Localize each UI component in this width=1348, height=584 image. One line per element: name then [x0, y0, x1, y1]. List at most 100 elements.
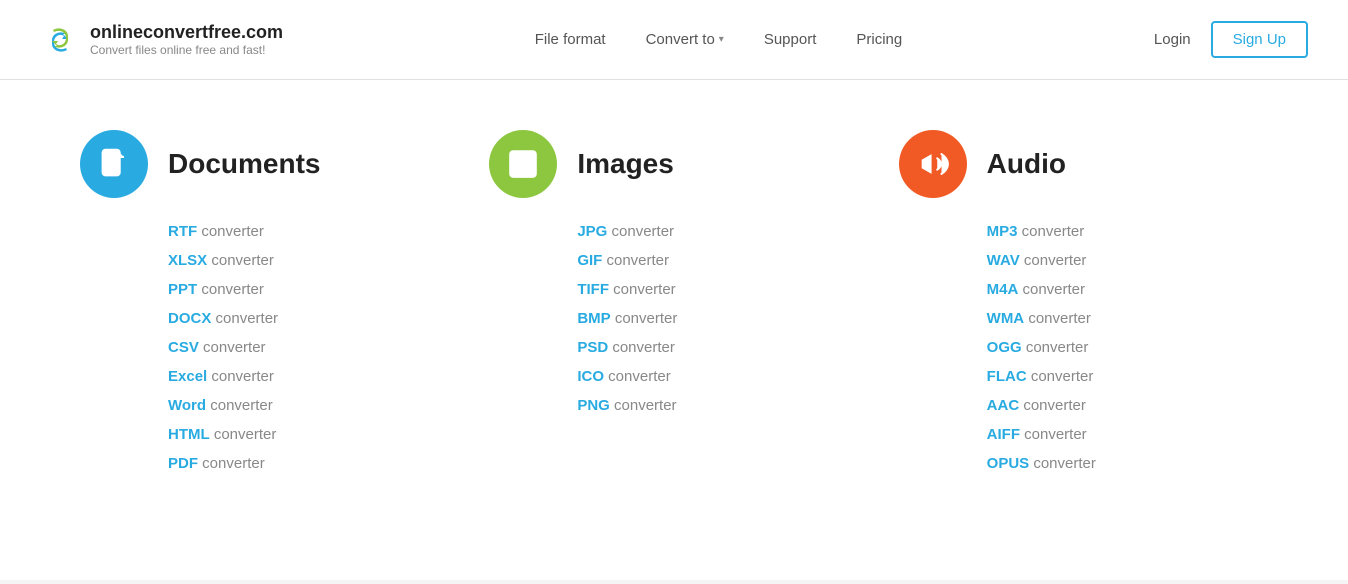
- format-suffix-m4a: converter: [1018, 281, 1085, 298]
- audio-icon: [899, 130, 967, 198]
- category-header-documents: Documents: [80, 130, 449, 198]
- converter-item-docx[interactable]: DOCX converter: [168, 310, 449, 327]
- format-suffix-pdf: converter: [198, 455, 265, 472]
- format-suffix-excel: converter: [207, 368, 274, 385]
- format-name-rtf: RTF: [168, 223, 197, 240]
- format-suffix-word: converter: [206, 397, 273, 414]
- format-suffix-rtf: converter: [197, 223, 264, 240]
- category-documents: DocumentsRTF converterXLSX converterPPT …: [80, 130, 449, 472]
- chevron-down-icon: ▾: [719, 34, 724, 45]
- nav-support[interactable]: Support: [764, 31, 817, 48]
- format-suffix-png: converter: [610, 397, 677, 414]
- converter-item-rtf[interactable]: RTF converter: [168, 223, 449, 240]
- converter-item-opus[interactable]: OPUS converter: [987, 455, 1268, 472]
- converter-item-flac[interactable]: FLAC converter: [987, 368, 1268, 385]
- format-suffix-wav: converter: [1020, 252, 1087, 269]
- main-nav: File format Convert to ▾ Support Pricing: [283, 31, 1154, 48]
- categories-grid: Documents RTF converter XLSX converter PPT …: [80, 130, 1268, 472]
- converter-item-ppt[interactable]: PPT converter: [168, 281, 449, 298]
- format-name-opus: OPUS: [987, 455, 1030, 472]
- converter-item-html[interactable]: HTML converter: [168, 426, 449, 443]
- nav-pricing[interactable]: Pricing: [856, 31, 902, 48]
- converter-item-ico[interactable]: ICO converter: [577, 368, 858, 385]
- login-link[interactable]: Login: [1154, 31, 1191, 48]
- audio-title: Audio: [987, 148, 1066, 180]
- format-suffix-gif: converter: [602, 252, 669, 269]
- logo-icon: [40, 20, 80, 60]
- converter-item-gif[interactable]: GIF converter: [577, 252, 858, 269]
- converter-item-mp3[interactable]: MP3 converter: [987, 223, 1268, 240]
- converter-item-aac[interactable]: AAC converter: [987, 397, 1268, 414]
- signup-button[interactable]: Sign Up: [1211, 21, 1308, 58]
- format-name-tiff: TIFF: [577, 281, 609, 298]
- logo-area: onlineconvertfree.com Convert files onli…: [40, 20, 283, 60]
- format-name-flac: FLAC: [987, 368, 1027, 385]
- logo-title: onlineconvertfree.com: [90, 22, 283, 43]
- format-suffix-flac: converter: [1027, 368, 1094, 385]
- converter-item-jpg[interactable]: JPG converter: [577, 223, 858, 240]
- auth-area: Login Sign Up: [1154, 21, 1308, 58]
- format-name-png: PNG: [577, 397, 610, 414]
- converter-item-word[interactable]: Word converter: [168, 397, 449, 414]
- format-suffix-wma: converter: [1024, 310, 1091, 327]
- format-name-pdf: PDF: [168, 455, 198, 472]
- format-suffix-psd: converter: [608, 339, 675, 356]
- format-suffix-ico: converter: [604, 368, 671, 385]
- format-name-html: HTML: [168, 426, 210, 443]
- converter-item-wav[interactable]: WAV converter: [987, 252, 1268, 269]
- format-suffix-docx: converter: [211, 310, 278, 327]
- converter-item-m4a[interactable]: M4A converter: [987, 281, 1268, 298]
- format-suffix-jpg: converter: [607, 223, 674, 240]
- format-name-ico: ICO: [577, 368, 604, 385]
- documents-title: Documents: [168, 148, 320, 180]
- format-name-aac: AAC: [987, 397, 1020, 414]
- converter-item-excel[interactable]: Excel converter: [168, 368, 449, 385]
- converter-item-xlsx[interactable]: XLSX converter: [168, 252, 449, 269]
- format-suffix-bmp: converter: [611, 310, 678, 327]
- format-name-docx: DOCX: [168, 310, 211, 327]
- nav-file-format[interactable]: File format: [535, 31, 606, 48]
- format-suffix-html: converter: [210, 426, 277, 443]
- converter-item-ogg[interactable]: OGG converter: [987, 339, 1268, 356]
- format-suffix-opus: converter: [1029, 455, 1096, 472]
- converter-item-psd[interactable]: PSD converter: [577, 339, 858, 356]
- header: onlineconvertfree.com Convert files onli…: [0, 0, 1348, 80]
- format-name-wma: WMA: [987, 310, 1025, 327]
- converter-item-aiff[interactable]: AIFF converter: [987, 426, 1268, 443]
- converter-item-bmp[interactable]: BMP converter: [577, 310, 858, 327]
- converter-item-wma[interactable]: WMA converter: [987, 310, 1268, 327]
- format-name-ppt: PPT: [168, 281, 197, 298]
- images-icon: [489, 130, 557, 198]
- logo-text-block: onlineconvertfree.com Convert files onli…: [90, 22, 283, 57]
- format-name-bmp: BMP: [577, 310, 610, 327]
- format-name-aiff: AIFF: [987, 426, 1020, 443]
- format-name-ogg: OGG: [987, 339, 1022, 356]
- category-header-images: Images: [489, 130, 858, 198]
- format-name-excel: Excel: [168, 368, 207, 385]
- format-name-wav: WAV: [987, 252, 1020, 269]
- format-suffix-mp3: converter: [1018, 223, 1085, 240]
- format-suffix-ppt: converter: [197, 281, 264, 298]
- converter-item-pdf[interactable]: PDF converter: [168, 455, 449, 472]
- converter-item-tiff[interactable]: TIFF converter: [577, 281, 858, 298]
- images-converter-list: JPG converterGIF converterTIFF converter…: [489, 223, 858, 414]
- converter-item-csv[interactable]: CSV converter: [168, 339, 449, 356]
- category-images: ImagesJPG converterGIF converterTIFF con…: [489, 130, 858, 472]
- documents-icon: [80, 130, 148, 198]
- format-suffix-tiff: converter: [609, 281, 676, 298]
- nav-convert-to-label: Convert to: [646, 31, 715, 48]
- main-content: Documents RTF converter XLSX converter PPT …: [0, 80, 1348, 580]
- converter-item-png[interactable]: PNG converter: [577, 397, 858, 414]
- format-name-psd: PSD: [577, 339, 608, 356]
- format-name-word: Word: [168, 397, 206, 414]
- format-suffix-aiff: converter: [1020, 426, 1087, 443]
- format-suffix-csv: converter: [199, 339, 266, 356]
- format-suffix-xlsx: converter: [207, 252, 274, 269]
- format-suffix-aac: converter: [1019, 397, 1086, 414]
- category-header-audio: Audio: [899, 130, 1268, 198]
- format-name-gif: GIF: [577, 252, 602, 269]
- nav-convert-to[interactable]: Convert to ▾: [646, 31, 724, 48]
- images-title: Images: [577, 148, 674, 180]
- format-name-csv: CSV: [168, 339, 199, 356]
- logo-subtitle: Convert files online free and fast!: [90, 43, 283, 57]
